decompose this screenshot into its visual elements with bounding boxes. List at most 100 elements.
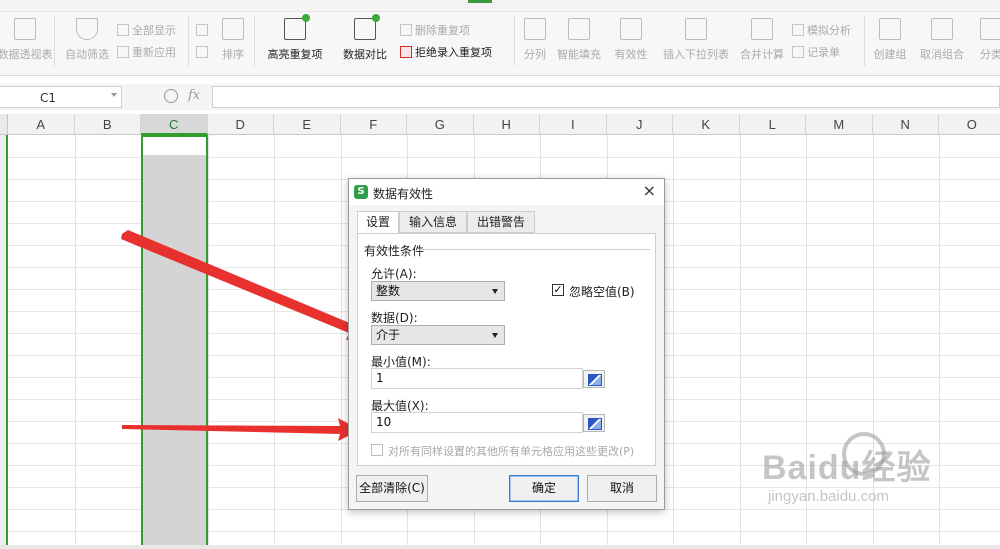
group-divider [418,249,650,250]
chevron-down-icon [492,289,498,294]
highlight-duplicates-button[interactable]: 高亮重复项 [260,14,330,66]
select-all-corner[interactable] [0,114,8,135]
validation-icon [620,18,642,40]
column-header-c[interactable]: C [141,114,208,135]
column-header-n[interactable]: N [872,114,939,135]
subtotal-icon [980,18,1000,40]
highlight-duplicates-icon [284,14,310,40]
sort-button[interactable]: 排序 [218,14,248,66]
smart-fill-button[interactable]: 智能填充 [554,14,604,66]
column-header-g[interactable]: G [407,114,474,135]
split-column-icon [524,18,546,40]
pivot-table-button[interactable]: 数据透视表 [0,14,53,66]
ribbon-toolbar: 数据透视表 自动筛选 全部显示 重新应用 排序 高亮重复项 数据对比 删除重复项… [0,0,1000,76]
dropdown-list-icon [685,18,707,40]
tab-error-alert[interactable]: 出错警告 [467,211,535,233]
dialog-title: 数据有效性 [373,187,434,201]
create-group-button[interactable]: 创建组 [870,14,910,66]
ok-button[interactable]: 确定 [509,475,579,502]
insert-dropdown-list-button[interactable]: 插入下拉列表 [660,14,732,66]
show-all-button[interactable]: 全部显示 [117,22,176,38]
reapply-icon [117,46,129,58]
column-header-f[interactable]: F [340,114,407,135]
data-compare-icon [354,14,380,40]
column-header-a[interactable]: A [8,114,75,135]
tab-input-message[interactable]: 输入信息 [399,211,467,233]
column-header-h[interactable]: H [473,114,540,135]
reject-duplicates-button[interactable]: 拒绝录入重复项 [400,44,492,60]
column-header-b[interactable]: B [74,114,141,135]
record-form-icon [792,46,804,58]
ribbon-divider [188,16,189,66]
column-header-m[interactable]: M [806,114,873,135]
remove-duplicates-icon [400,24,412,36]
name-box[interactable]: C1 [0,86,122,108]
column-header-k[interactable]: K [673,114,740,135]
reject-duplicates-icon [400,46,412,58]
data-compare-button[interactable]: 数据对比 [336,14,394,66]
column-header-d[interactable]: D [207,114,274,135]
ignore-blank-label: 忽略空值(B) [569,285,635,299]
group-icon [879,18,901,40]
data-operator-select[interactable]: 介于 [371,325,505,345]
pivot-table-icon [14,18,36,40]
what-if-analysis-button[interactable]: 模拟分析 [792,22,851,38]
auto-filter-button[interactable]: 自动筛选 [62,14,112,66]
validation-criteria-title: 有效性条件 [364,244,425,258]
active-tab-indicator [468,0,492,3]
what-if-icon [792,24,804,36]
chevron-down-icon [492,333,498,338]
column-header-j[interactable]: J [606,114,673,135]
tab-settings[interactable]: 设置 [357,211,399,234]
dialog-titlebar: S 数据有效性 × [349,179,664,205]
min-range-picker-icon[interactable] [583,370,605,388]
show-all-icon [117,24,129,36]
horizontal-scrollbar[interactable] [0,545,1000,549]
ungroup-button[interactable]: 取消组合 [916,14,968,66]
ribbon-divider [864,16,865,66]
formula-bar: C1 fx [0,84,1000,110]
column-header-l[interactable]: L [739,114,806,135]
reapply-button[interactable]: 重新应用 [117,44,176,60]
subtotal-button[interactable]: 分类 [976,14,1000,66]
sort-desc-icon [196,46,208,58]
fx-icon[interactable]: fx [188,88,200,103]
data-validation-dialog: S 数据有效性 × 设置 输入信息 出错警告 有效性条件 允许(A): 整数 ✓… [348,178,665,510]
allow-select[interactable]: 整数 [371,281,505,301]
column-header-i[interactable]: I [540,114,607,135]
ribbon-top-strip [0,0,1000,12]
validation-button[interactable]: 有效性 [608,14,654,66]
cancel-button[interactable]: 取消 [587,475,657,502]
clear-all-button[interactable]: 全部清除(C) [356,475,428,502]
active-cell[interactable] [143,137,206,155]
sort-desc-button[interactable] [196,44,208,60]
consolidate-icon [751,18,773,40]
max-range-picker-icon[interactable] [583,414,605,432]
ribbon-divider [514,16,515,66]
split-column-button[interactable]: 分列 [520,14,550,66]
smart-fill-icon [568,18,590,40]
ignore-blank-checkbox[interactable]: ✓ [552,284,564,296]
apply-to-all-label: 对所有同样设置的其他所有单元格应用这些更改(P) [388,445,635,458]
min-value-input[interactable]: 1 [371,368,583,389]
chevron-down-icon [111,93,117,97]
sort-asc-button[interactable] [196,22,208,38]
data-label: 数据(D): [371,311,418,325]
zoom-icon[interactable] [164,89,178,103]
close-icon[interactable]: × [643,182,656,200]
baidu-paw-icon [842,432,886,476]
formula-input[interactable] [212,86,1000,108]
allow-label: 允许(A): [371,267,417,281]
ribbon-divider [254,16,255,66]
selected-column-range[interactable] [141,135,208,549]
consolidate-button[interactable]: 合并计算 [738,14,786,66]
apply-to-all-checkbox[interactable] [371,444,383,456]
remove-duplicates-button[interactable]: 删除重复项 [400,22,470,38]
sort-az-icon [222,18,244,40]
max-value-input[interactable]: 10 [371,412,583,433]
column-header-e[interactable]: E [274,114,341,135]
sort-asc-icon [196,24,208,36]
record-form-button[interactable]: 记录单 [792,44,840,60]
column-header-o[interactable]: O [939,114,1000,135]
filter-icon [76,18,98,40]
